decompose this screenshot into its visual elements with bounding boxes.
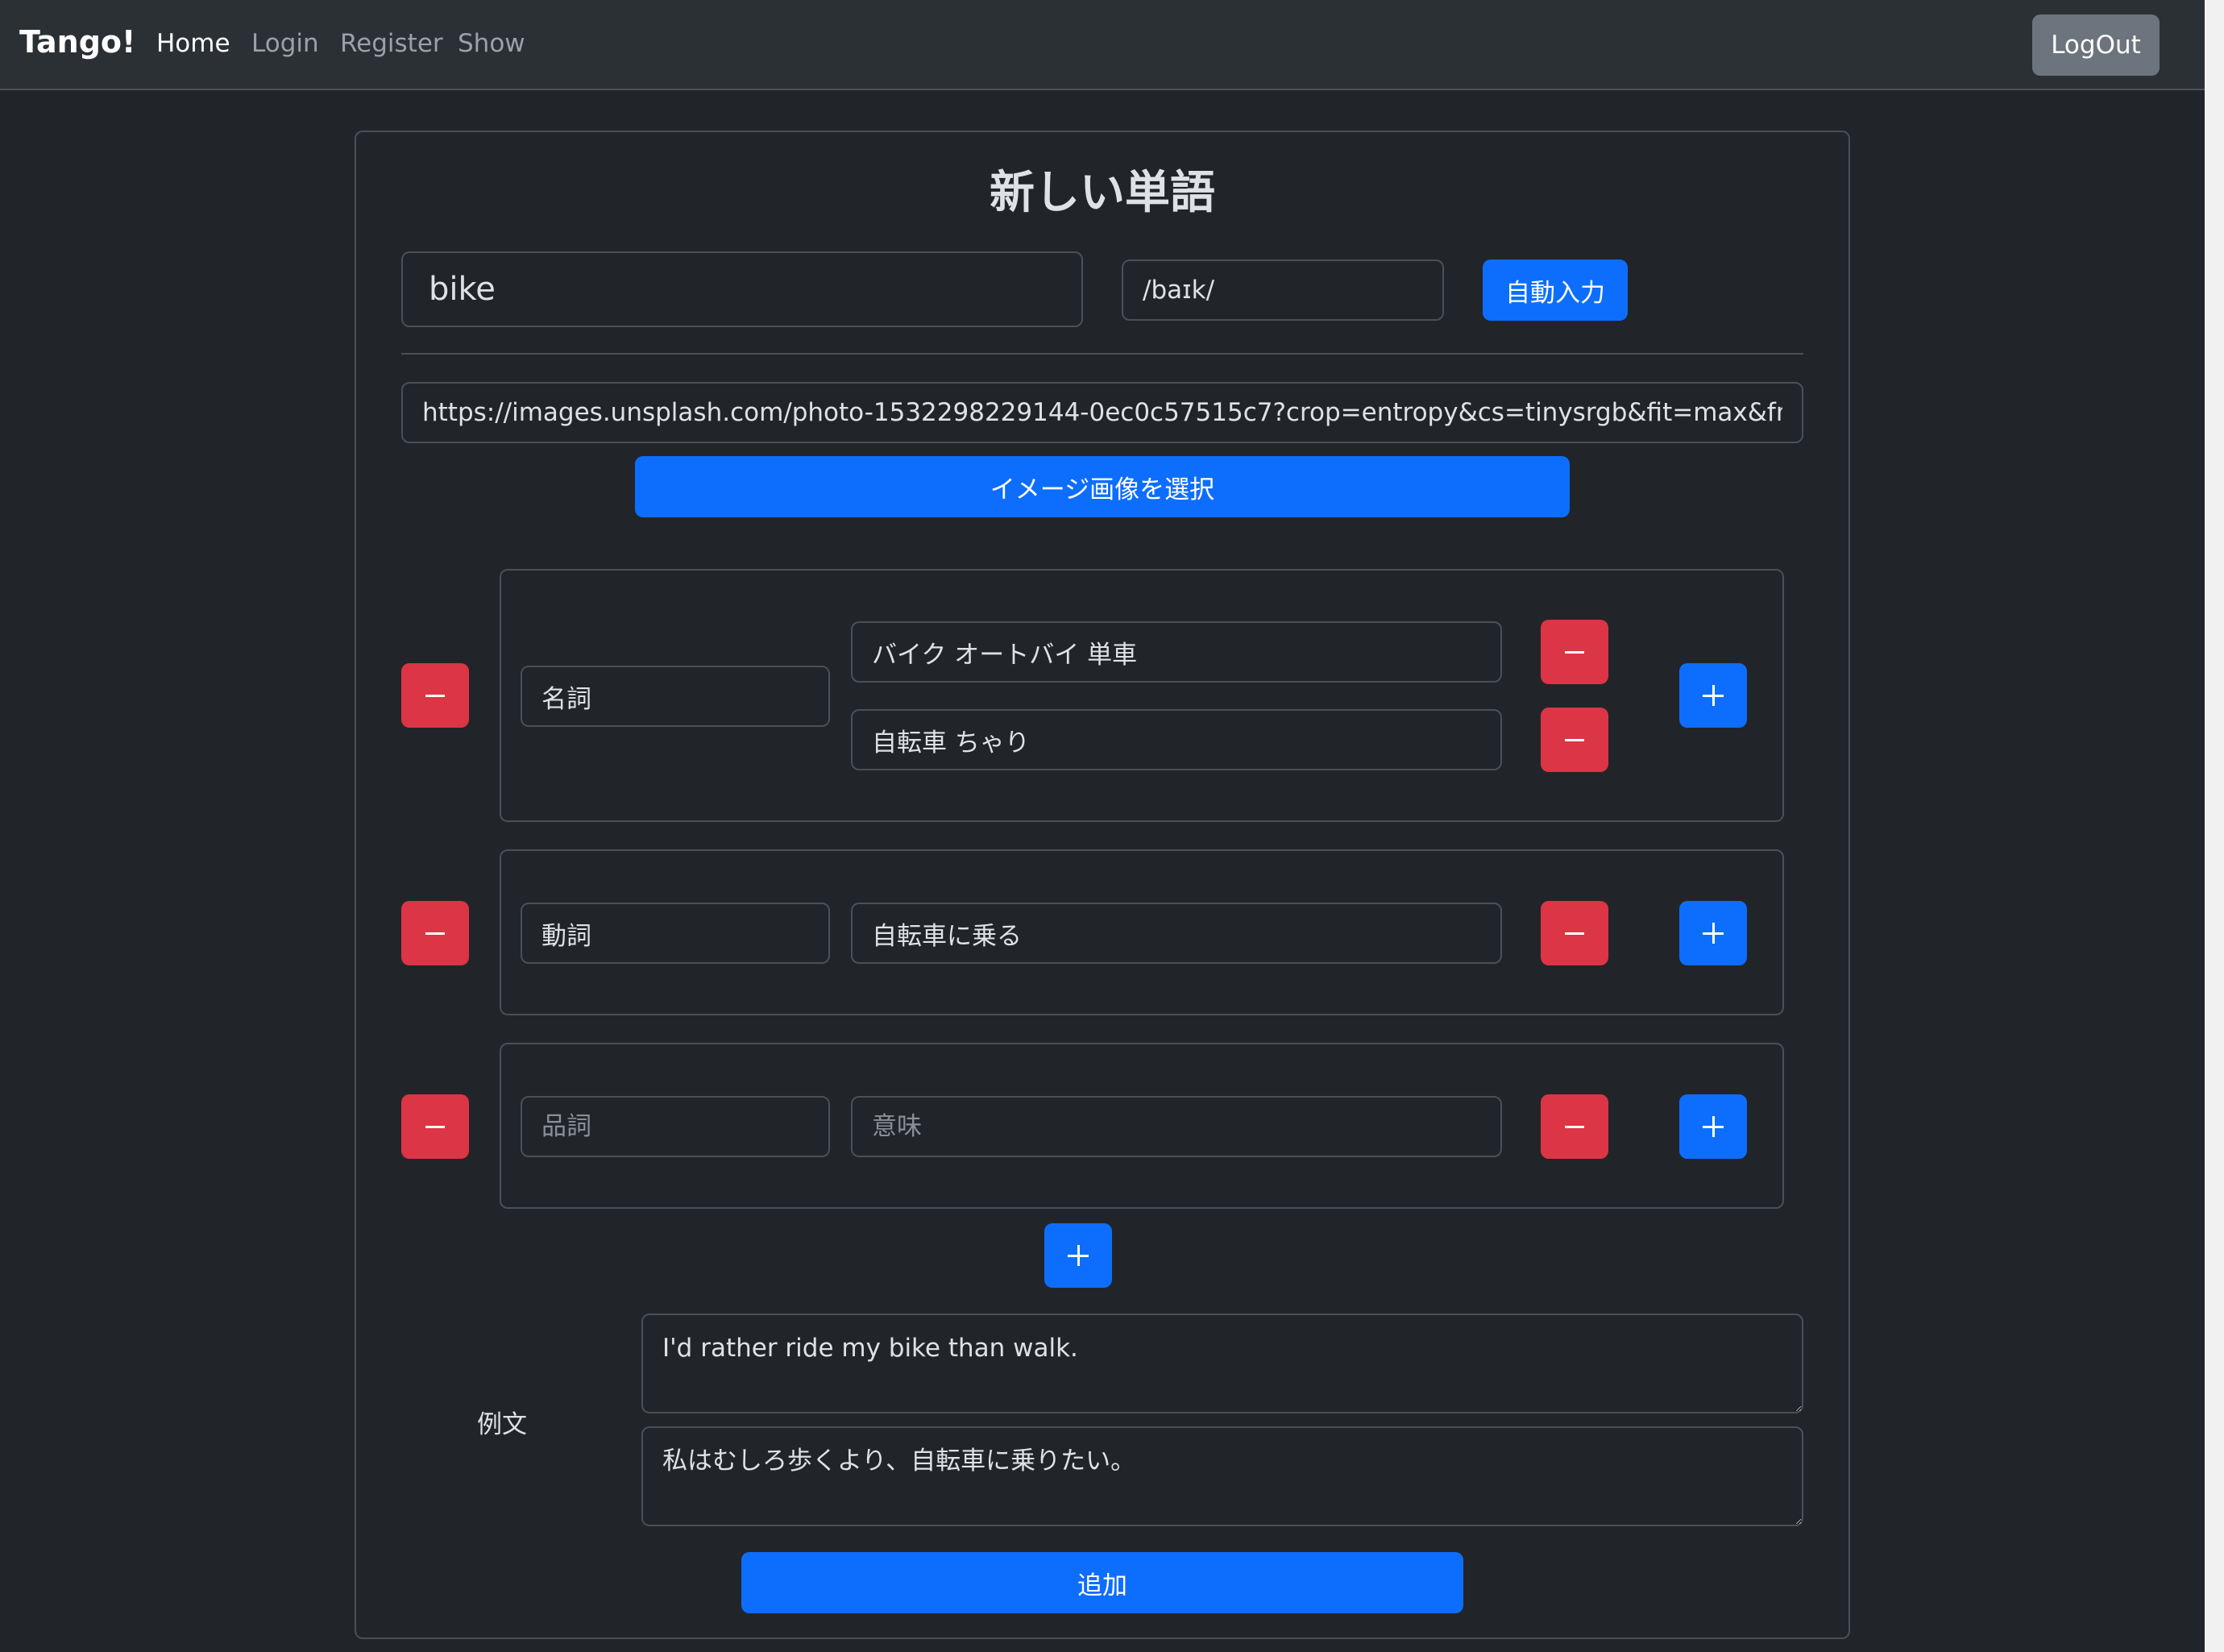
nav-link-home[interactable]: Home [156,29,230,58]
nav-link-login[interactable]: Login [251,29,319,58]
meaning-input[interactable] [851,621,1502,683]
meaning-input[interactable] [851,709,1502,770]
word-input[interactable] [401,251,1083,327]
minus-icon [1565,738,1584,741]
minus-icon [425,694,445,697]
page-scrollbar[interactable] [2205,0,2224,1652]
minus-icon [1565,1125,1584,1128]
brand-logo[interactable]: Tango! [19,24,135,60]
minus-icon [1565,932,1584,935]
remove-meaning-button[interactable] [1541,620,1608,684]
plus-icon [1703,1116,1724,1137]
remove-meaning-button[interactable] [1541,708,1608,772]
auto-fill-button[interactable]: 自動入力 [1483,259,1628,321]
page-title: 新しい単語 [990,167,1215,219]
remove-meaning-button[interactable] [1541,1094,1608,1159]
plus-icon [1703,685,1724,706]
example-label: 例文 [477,1410,527,1439]
remove-group-button[interactable] [401,663,469,728]
nav-link-show[interactable]: Show [458,29,525,58]
logout-button[interactable]: LogOut [2032,15,2160,76]
part-of-speech-input[interactable] [521,666,830,727]
pronunciation-input[interactable] [1122,259,1444,321]
select-image-button[interactable]: イメージ画像を選択 [635,456,1570,517]
minus-icon [1565,650,1584,654]
part-of-speech-input[interactable] [521,1096,830,1157]
navbar: Tango! Home Login Register Show LogOut [0,0,2205,90]
plus-icon [1068,1245,1089,1266]
minus-icon [425,932,445,935]
example-english-textarea[interactable]: I'd rather ride my bike than walk. [641,1314,1803,1413]
remove-meaning-button[interactable] [1541,901,1608,965]
nav-link-register[interactable]: Register [340,29,443,58]
add-meaning-button[interactable] [1679,1094,1747,1159]
add-group-button[interactable] [1044,1223,1112,1288]
part-of-speech-input[interactable] [521,903,830,964]
remove-group-button[interactable] [401,901,469,965]
submit-button[interactable]: 追加 [741,1552,1463,1613]
example-japanese-textarea[interactable]: 私はむしろ歩くより、自転車に乗りたい。 [641,1426,1803,1526]
plus-icon [1703,923,1724,944]
meaning-input[interactable] [851,1096,1502,1157]
divider [401,353,1803,355]
image-url-input[interactable] [401,382,1803,443]
minus-icon [425,1125,445,1128]
add-meaning-button[interactable] [1679,901,1747,965]
add-meaning-button[interactable] [1679,663,1747,728]
remove-group-button[interactable] [401,1094,469,1159]
meaning-input[interactable] [851,903,1502,964]
